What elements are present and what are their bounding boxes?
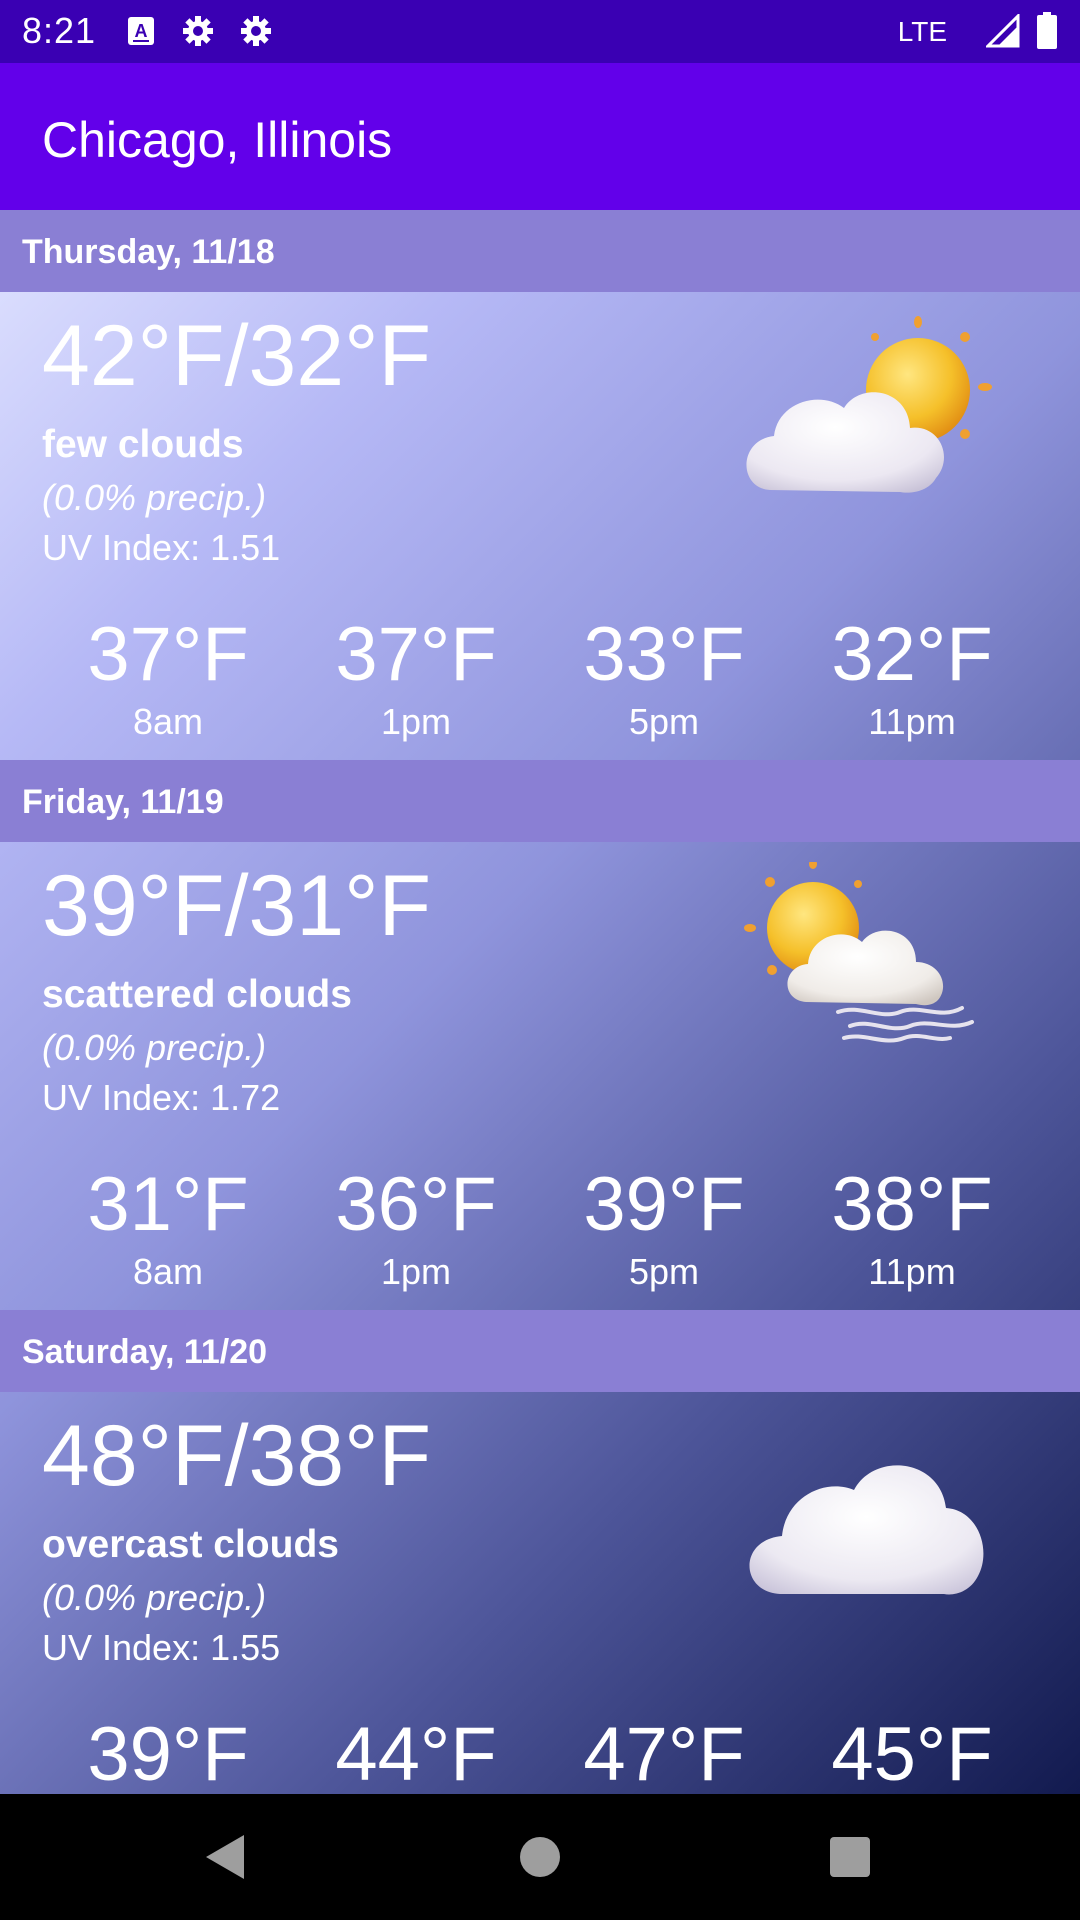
precip-label: (0.0% precip.) (42, 1577, 267, 1618)
a-square-icon: A (128, 17, 154, 45)
hourly-time: 1pm (380, 1251, 452, 1292)
hourly-time: 5pm (628, 1251, 700, 1292)
day-header-label: Friday, 11/19 (22, 783, 224, 821)
condition-label: overcast clouds (42, 1523, 339, 1566)
hourly-forecast: 37°F 8am 37°F 1pm 33°F 5pm 32°F 11pm (0, 612, 1080, 760)
hourly-item: 44°F (296, 1712, 536, 1794)
svg-text:A: A (135, 21, 148, 41)
precip-label: (0.0% precip.) (42, 477, 267, 518)
hourly-forecast: 39°F 44°F 47°F 45°F (0, 1712, 1080, 1794)
temp-range: 39°F/31°F (42, 858, 432, 954)
hourly-temp: 31°F (87, 1162, 249, 1247)
hourly-temp: 44°F (335, 1712, 497, 1794)
hourly-time: 5pm (628, 701, 700, 742)
hourly-item: 47°F (544, 1712, 784, 1794)
day-body: 42°F/32°F few clouds (0.0% precip.) UV I… (0, 292, 1080, 760)
hourly-temp: 38°F (831, 1162, 993, 1247)
status-bar: 8:21 A LTE (0, 0, 1080, 63)
cloud-icon (749, 1465, 984, 1595)
hourly-temp: 33°F (583, 612, 745, 697)
day-header: Saturday, 11/20 (0, 1310, 1080, 1392)
hourly-item: 37°F 1pm (296, 612, 536, 744)
hourly-temp: 39°F (87, 1712, 249, 1794)
home-icon[interactable] (510, 1827, 570, 1887)
hourly-time: 11pm (868, 701, 956, 742)
hourly-time: 8am (132, 1251, 204, 1292)
uv-index-label: UV Index: 1.72 (42, 1077, 281, 1118)
hourly-item: 36°F 1pm (296, 1162, 536, 1294)
day-card[interactable]: Friday, 11/19 39°F/31°F scattered clouds… (0, 760, 1080, 1310)
temp-range: 48°F/38°F (42, 1408, 432, 1504)
screen: 8:21 A LTE Chicago, Illinois Thursday, 1… (0, 0, 1080, 1920)
sun-behind-cloud-icon (746, 316, 992, 493)
navigation-bar (0, 1794, 1080, 1920)
hourly-item: 37°F 8am (48, 612, 288, 744)
day-header: Thursday, 11/18 (0, 210, 1080, 292)
location-title: Chicago, Illinois (42, 112, 393, 168)
hourly-item: 33°F 5pm (544, 612, 784, 744)
hourly-item: 38°F 11pm (792, 1162, 1032, 1294)
temp-range: 42°F/32°F (42, 308, 432, 404)
uv-index-label: UV Index: 1.55 (42, 1627, 281, 1668)
app-bar: Chicago, Illinois (0, 63, 1080, 210)
day-card[interactable]: Saturday, 11/20 48°F/38°F overcast cloud… (0, 1310, 1080, 1794)
hourly-temp: 36°F (335, 1162, 497, 1247)
hourly-temp: 37°F (335, 612, 497, 697)
uv-index-label: UV Index: 1.51 (42, 527, 281, 568)
forecast-list[interactable]: Thursday, 11/18 42°F/32°F few clouds (0.… (0, 210, 1080, 1794)
status-time: 8:21 (22, 10, 97, 51)
day-card[interactable]: Thursday, 11/18 42°F/32°F few clouds (0.… (0, 210, 1080, 760)
hourly-item: 31°F 8am (48, 1162, 288, 1294)
signal-icon (986, 14, 1020, 48)
hourly-time: 8am (132, 701, 204, 742)
hourly-temp: 32°F (831, 612, 993, 697)
battery-icon (1037, 12, 1057, 49)
day-body: 48°F/38°F overcast clouds (0.0% precip.)… (0, 1392, 1080, 1794)
hourly-item: 39°F 5pm (544, 1162, 784, 1294)
condition-label: scattered clouds (42, 973, 352, 1016)
hourly-forecast: 31°F 8am 36°F 1pm 39°F 5pm 38°F 11pm (0, 1162, 1080, 1310)
gear-icon (183, 16, 213, 46)
hourly-time: 1pm (380, 701, 452, 742)
recents-icon[interactable] (820, 1827, 880, 1887)
hourly-time: 11pm (868, 1251, 956, 1292)
day-header-label: Saturday, 11/20 (22, 1333, 268, 1371)
hourly-temp: 47°F (583, 1712, 745, 1794)
day-body: 39°F/31°F scattered clouds (0.0% precip.… (0, 842, 1080, 1310)
day-header: Friday, 11/19 (0, 760, 1080, 842)
hourly-temp: 37°F (87, 612, 249, 697)
hourly-item: 39°F (48, 1712, 288, 1794)
sun-cloud-wind-icon (744, 862, 974, 1043)
hourly-item: 32°F 11pm (792, 612, 1032, 744)
condition-label: few clouds (42, 423, 244, 466)
back-icon[interactable] (196, 1827, 256, 1887)
gear-icon (241, 16, 271, 46)
precip-label: (0.0% precip.) (42, 1027, 267, 1068)
hourly-temp: 39°F (583, 1162, 745, 1247)
hourly-item: 45°F (792, 1712, 1032, 1794)
hourly-temp: 45°F (831, 1712, 993, 1794)
day-header-label: Thursday, 11/18 (22, 233, 275, 271)
network-type: LTE (897, 16, 947, 47)
